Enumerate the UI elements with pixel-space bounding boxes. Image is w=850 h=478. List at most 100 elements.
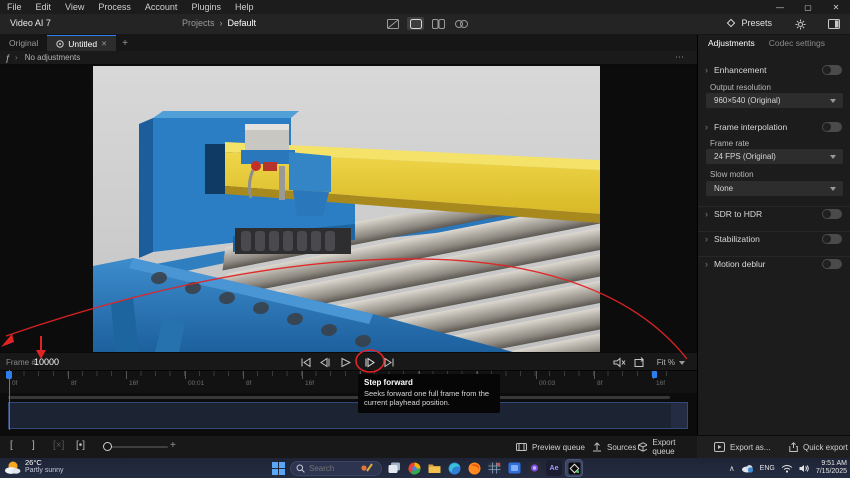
firefox-icon[interactable] — [466, 460, 482, 476]
file-explorer-icon[interactable] — [426, 460, 442, 476]
step-forward-button[interactable] — [360, 354, 378, 370]
search-highlights-icon — [361, 463, 373, 473]
tab-close-icon[interactable]: ✕ — [101, 40, 107, 48]
timeline-scrollbar[interactable] — [8, 396, 670, 399]
onedrive-cloud-icon[interactable] — [741, 463, 754, 473]
menu-view[interactable]: View — [58, 2, 91, 12]
export-as-button[interactable]: Export as... — [714, 439, 770, 455]
menu-help[interactable]: Help — [228, 2, 261, 12]
diamond-icon — [726, 18, 736, 28]
frame-number-field[interactable]: 10000 — [34, 357, 59, 367]
taskbar: 26°C Partly sunny — [0, 458, 850, 478]
edge-icon[interactable] — [446, 460, 462, 476]
transport-bar: Frame # 10000 Fit % — [0, 352, 697, 370]
enhancement-section[interactable]: › Enhancement — [698, 63, 850, 77]
sdr-to-hdr-section[interactable]: › SDR to HDR — [698, 207, 850, 221]
video-ai-app-icon[interactable] — [566, 460, 582, 476]
colorful-app-icon[interactable] — [406, 460, 422, 476]
tick-label: 0f — [12, 380, 17, 387]
stabilization-toggle[interactable] — [822, 234, 842, 244]
menu-file[interactable]: File — [0, 2, 29, 12]
frame-rate-dropdown[interactable]: 24 FPS (Original) — [706, 149, 843, 164]
search-input[interactable] — [309, 464, 357, 473]
taskbar-search[interactable] — [290, 461, 382, 476]
gear-icon[interactable] — [792, 17, 808, 31]
slow-motion-dropdown[interactable]: None — [706, 181, 843, 196]
add-tab-button[interactable]: + — [116, 35, 134, 51]
tab-original[interactable]: Original — [0, 35, 47, 51]
loop-section-icon[interactable]: [•] — [76, 440, 85, 451]
blue-app-icon[interactable] — [506, 460, 522, 476]
zoom-in-icon[interactable]: + — [170, 440, 176, 451]
start-button[interactable] — [270, 460, 286, 476]
tab-codec-settings[interactable]: Codec settings — [769, 38, 825, 48]
play-button[interactable] — [336, 354, 354, 370]
stabilization-section[interactable]: › Stabilization — [698, 232, 850, 246]
preview-queue-button[interactable]: Preview queue — [516, 439, 585, 455]
chevron-down-icon — [830, 99, 836, 103]
split-view-icon[interactable] — [384, 17, 401, 30]
playhead-handle[interactable] — [6, 371, 12, 379]
step-back-button[interactable] — [316, 354, 334, 370]
wifi-icon[interactable] — [781, 464, 793, 473]
timeline-clip[interactable] — [8, 402, 688, 429]
clear-in-out-icon[interactable]: [×] — [53, 440, 64, 451]
film-icon — [516, 442, 527, 452]
crop-rotate-icon[interactable] — [630, 354, 648, 370]
chevron-right-icon[interactable]: › — [15, 53, 18, 62]
enhancement-toggle[interactable] — [822, 65, 842, 75]
minimize-icon[interactable]: — — [766, 0, 794, 14]
app-version-button[interactable]: Video AI 7 — [10, 18, 51, 28]
skip-to-end-button[interactable] — [380, 354, 398, 370]
menu-account[interactable]: Account — [138, 2, 185, 12]
panel-toggle-icon[interactable] — [826, 17, 842, 31]
set-out-point-icon[interactable]: ] — [32, 440, 35, 451]
motion-deblur-section[interactable]: › Motion deblur — [698, 257, 850, 271]
tray-chevron-up-icon[interactable]: ∧ — [729, 464, 735, 473]
clip-end-handle[interactable] — [671, 403, 687, 428]
tab-adjustments[interactable]: Adjustments — [708, 38, 755, 48]
language-indicator[interactable]: ENG — [760, 465, 775, 472]
weather-condition: Partly sunny — [25, 467, 64, 475]
dual-compare-view-icon[interactable] — [453, 17, 470, 30]
timeline-zoom-knob[interactable] — [103, 442, 112, 451]
after-effects-icon[interactable]: Ae — [546, 460, 562, 476]
app-window: File Edit View Process Account Plugins H… — [0, 0, 850, 478]
camera-app-icon[interactable] — [526, 460, 542, 476]
range-end-marker[interactable] — [652, 371, 657, 378]
menu-plugins[interactable]: Plugins — [184, 2, 228, 12]
no-adjustments-label: No adjustments — [25, 53, 81, 62]
sources-button[interactable]: Sources — [592, 439, 636, 455]
sdr-to-hdr-toggle[interactable] — [822, 209, 842, 219]
preview-canvas[interactable]: Step forward Seeks forward one full fram… — [0, 65, 697, 352]
tab-untitled[interactable]: Untitled ✕ — [47, 35, 116, 51]
maximize-icon[interactable]: ▢ — [794, 0, 822, 14]
grid-app-icon[interactable] — [486, 460, 502, 476]
timeline-ruler[interactable]: 0f 8f 16f 00:01 8f 16f 00:02 8f 16f 00:0… — [0, 370, 697, 393]
skip-to-start-button[interactable] — [296, 354, 314, 370]
audio-mute-icon[interactable] — [610, 354, 628, 370]
quick-export-button[interactable]: Quick export — [789, 439, 848, 455]
menu-edit[interactable]: Edit — [29, 2, 59, 12]
menu-process[interactable]: Process — [91, 2, 138, 12]
task-view-icon[interactable] — [386, 460, 402, 476]
speaker-icon[interactable] — [799, 464, 810, 473]
close-icon[interactable]: ✕ — [822, 0, 850, 14]
presets-button[interactable]: Presets — [726, 18, 772, 28]
export-queue-button[interactable]: Export queue — [638, 439, 697, 455]
frame-interpolation-toggle[interactable] — [822, 122, 842, 132]
breadcrumb-root[interactable]: Projects — [182, 18, 215, 28]
set-in-point-icon[interactable]: [ — [10, 440, 13, 451]
output-resolution-dropdown[interactable]: 960×540 (Original) — [706, 93, 843, 108]
motion-deblur-toggle[interactable] — [822, 259, 842, 269]
timeline-zoom-slider[interactable] — [110, 446, 168, 448]
more-options-icon[interactable]: ⋯ — [675, 52, 685, 63]
breadcrumb-current[interactable]: Default — [228, 18, 257, 28]
frame-interpolation-section[interactable]: › Frame interpolation — [698, 120, 850, 134]
taskbar-weather[interactable]: 26°C Partly sunny — [4, 459, 64, 475]
taskbar-clock[interactable]: 9:51 AM 7/15/2025 — [816, 460, 847, 476]
side-by-side-view-icon[interactable] — [430, 17, 447, 30]
single-view-icon[interactable] — [407, 17, 424, 30]
zoom-fit-dropdown[interactable]: Fit % — [657, 358, 685, 367]
adjustments-summary-bar: ƒ › No adjustments ⋯ — [0, 51, 697, 65]
